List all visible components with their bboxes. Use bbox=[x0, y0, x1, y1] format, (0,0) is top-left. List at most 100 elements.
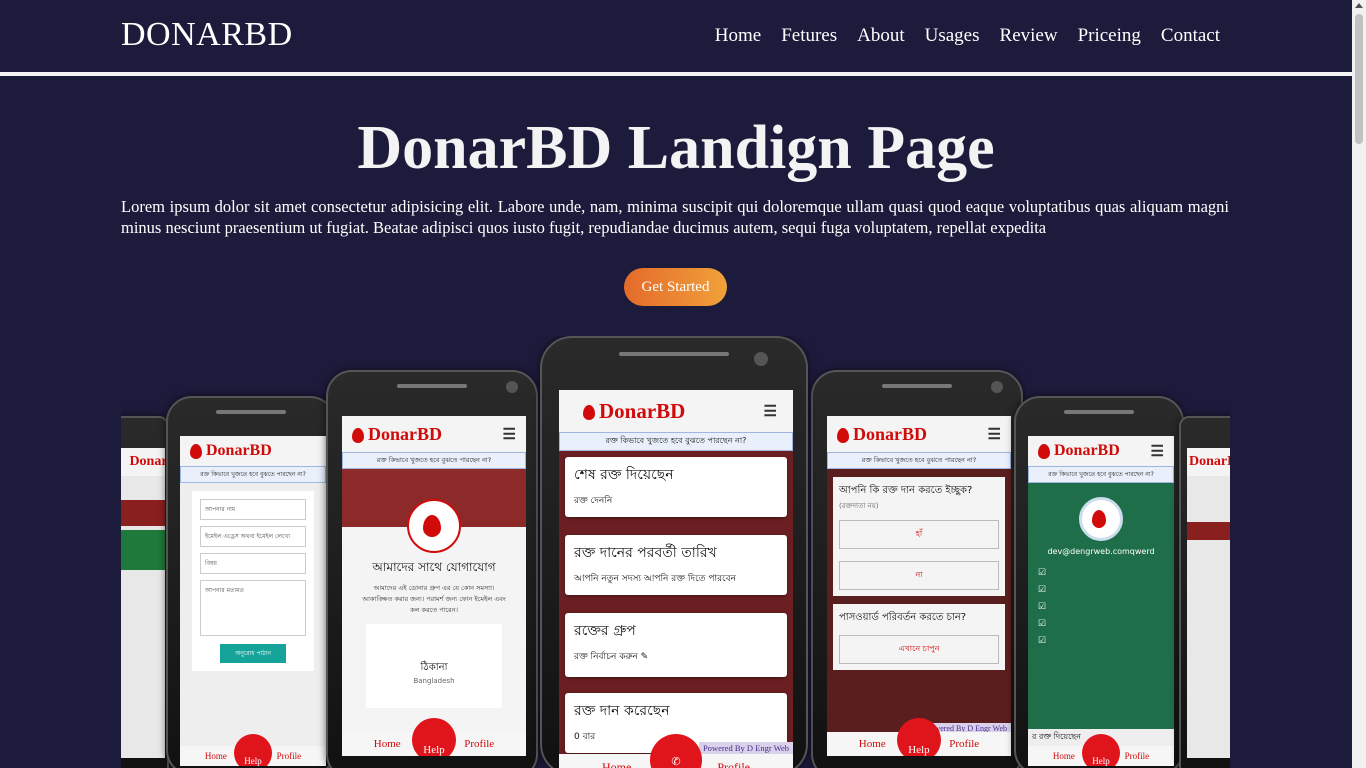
help-button[interactable]: Help bbox=[412, 718, 456, 756]
last-donation-card: শেষ রক্ত দিয়েছেন রক্ত দেননি bbox=[565, 457, 787, 517]
subject-input[interactable]: বিষয় bbox=[200, 553, 306, 574]
bottom-profile[interactable]: Profile bbox=[277, 751, 302, 761]
phone-camera bbox=[506, 381, 518, 393]
bottom-home[interactable]: Home bbox=[205, 751, 227, 761]
phone-mockups: DonarBD DonarBD রক্ত কিভাবে খুজতে হবে বু… bbox=[121, 336, 1230, 768]
avatar[interactable] bbox=[1079, 497, 1123, 541]
phone-screen: DonarBD ☰ রক্ত কিভাবে খুজতে হবে বুঝতে পার… bbox=[342, 416, 526, 756]
help-notice[interactable]: রক্ত কিভাবে খুজতে হবে বুঝতে পারছেন না? bbox=[559, 432, 793, 451]
card-title: শেষ রক্ত দিয়েছেন bbox=[574, 467, 674, 483]
card-title: রক্ত দানের পরবর্তী তারিখ bbox=[574, 545, 717, 561]
app-logo: DonarBD bbox=[1054, 442, 1120, 459]
nav-divider bbox=[0, 72, 1352, 76]
bottom-home[interactable]: Home bbox=[602, 760, 631, 768]
blood-drop-icon bbox=[352, 427, 364, 443]
app-logo: DonarBD bbox=[1189, 454, 1230, 469]
card-title: রক্ত দান করেছেন bbox=[574, 703, 670, 719]
brand-logo[interactable]: DONARBD bbox=[121, 16, 293, 54]
phone-call-icon: ✆ bbox=[671, 756, 681, 768]
bottom-profile[interactable]: Profile bbox=[464, 738, 494, 750]
help-button[interactable]: Help bbox=[234, 734, 272, 766]
address-value: Bangladesh bbox=[413, 677, 455, 685]
red-band bbox=[121, 500, 165, 526]
nav-home[interactable]: Home bbox=[715, 25, 761, 47]
phone-speaker bbox=[397, 384, 467, 388]
edit-icon[interactable]: ✎ bbox=[641, 652, 649, 662]
powered-by: Powered By D Engr Web bbox=[698, 742, 793, 754]
app-logo: DonarBD bbox=[368, 423, 443, 444]
app-header: DonarBD bbox=[1187, 448, 1230, 476]
bottom-profile[interactable]: Profile bbox=[717, 760, 750, 768]
red-band bbox=[1187, 522, 1230, 540]
nav-review[interactable]: Review bbox=[1000, 25, 1058, 47]
nav-pricing[interactable]: Priceing bbox=[1078, 25, 1141, 47]
hero-description: Lorem ipsum dolor sit amet consectetur a… bbox=[121, 197, 1229, 237]
nav-contact[interactable]: Contact bbox=[1161, 25, 1220, 47]
help-notice[interactable]: রক্ত কিভাবে খুজতে হবে বুঝতে পারছেন না? bbox=[180, 466, 326, 483]
phone-screen: DonarBD ☰ রক্ত কিভাবে খুজতে হবে বুঝতে পার… bbox=[1028, 436, 1174, 766]
contact-form: আপনার নাম ইমেইল এড্রেস অথবা ইমেইল লেখো ব… bbox=[192, 491, 314, 671]
message-input[interactable]: আপনার মতামত bbox=[200, 580, 306, 636]
phone-settings: DonarBD ☰ রক্ত কিভাবে খুজতে হবে বুঝতে পার… bbox=[811, 370, 1023, 768]
navbar: DONARBD Home Fetures About Usages Review… bbox=[0, 0, 1352, 72]
phone-far-right: DonarBD bbox=[1179, 416, 1230, 768]
help-button[interactable]: Help bbox=[1082, 734, 1120, 766]
name-input[interactable]: আপনার নাম bbox=[200, 499, 306, 520]
blood-drop-icon bbox=[583, 405, 595, 421]
phone-speaker bbox=[619, 352, 729, 356]
menu-icon[interactable]: ☰ bbox=[764, 402, 777, 421]
next-donation-card: রক্ত দানের পরবর্তী তারিখ আপনি নতুন সদস্য… bbox=[565, 535, 787, 595]
phone-contact-info: DonarBD ☰ রক্ত কিভাবে খুজতে হবে বুঝতে পার… bbox=[326, 370, 538, 768]
nav-usages[interactable]: Usages bbox=[925, 25, 980, 47]
bottom-home[interactable]: Home bbox=[374, 738, 401, 750]
phone-screen: DonarBD ☰ রক্ত কিভাবে খুজতে হবে বুঝতে পার… bbox=[559, 390, 793, 768]
get-started-button[interactable]: Get Started bbox=[624, 268, 727, 306]
green-band bbox=[121, 530, 165, 570]
page-scrollbar[interactable] bbox=[1352, 0, 1366, 768]
scroll-up-arrow-icon[interactable] bbox=[1355, 3, 1363, 8]
scroll-thumb[interactable] bbox=[1355, 14, 1363, 144]
bottom-profile[interactable]: Profile bbox=[949, 738, 979, 750]
phone-screen: DonarBD ☰ রক্ত কিভাবে খুজতে হবে বুঝতে পার… bbox=[827, 416, 1011, 756]
phone-screen: DonarBD bbox=[1187, 448, 1230, 758]
donor-question-sub: (রক্তদাতা নয়) bbox=[839, 502, 879, 510]
phone-camera bbox=[754, 352, 768, 366]
phone-far-left: DonarBD bbox=[121, 416, 169, 768]
app-header: DonarBD bbox=[180, 436, 326, 466]
menu-icon[interactable]: ☰ bbox=[988, 425, 1001, 444]
bottom-home[interactable]: Home bbox=[1053, 751, 1075, 761]
app-logo: DonarBD bbox=[853, 423, 928, 444]
bottom-home[interactable]: Home bbox=[859, 738, 886, 750]
change-password-button[interactable]: এখানে চাপুন bbox=[839, 635, 999, 664]
profile-email: dev@dengrweb.comqwerd bbox=[1047, 547, 1155, 556]
nav-menu: Home Fetures About Usages Review Pricein… bbox=[715, 25, 1220, 47]
submit-button[interactable]: অনুরোধ পাঠান bbox=[220, 644, 286, 663]
nav-features[interactable]: Fetures bbox=[781, 25, 837, 47]
no-button[interactable]: না bbox=[839, 561, 999, 590]
help-notice[interactable]: রক্ত কিভাবে খুজতে হবে বুঝতে পারছেন না? bbox=[342, 452, 526, 469]
phone-dashboard: DonarBD ☰ রক্ত কিভাবে খুজতে হবে বুঝতে পার… bbox=[540, 336, 808, 768]
blood-group-card[interactable]: রক্তের গ্রুপ রক্ত নির্বাচন করুন ✎ bbox=[565, 613, 787, 677]
app-header: DonarBD ☰ bbox=[1028, 436, 1174, 466]
phone-speaker bbox=[1064, 410, 1134, 414]
app-logo: DonarBD bbox=[599, 398, 686, 423]
menu-icon[interactable]: ☰ bbox=[1151, 442, 1164, 461]
help-notice[interactable]: রক্ত কিভাবে খুজতে হবে বুঝতে পারছেন না? bbox=[1028, 466, 1174, 483]
email-input[interactable]: ইমেইল এড্রেস অথবা ইমেইল লেখো bbox=[200, 526, 306, 547]
contact-title: আমাদের সাথে যোগাযোগ bbox=[372, 560, 496, 574]
password-question: পাসওয়ার্ড পরিবর্তন করতে চান? bbox=[839, 612, 967, 623]
phone-screen: DonarBD রক্ত কিভাবে খুজতে হবে বুঝতে পারছ… bbox=[180, 436, 326, 766]
app-header: DonarBD ☰ bbox=[342, 416, 526, 452]
help-notice[interactable]: রক্ত কিভাবে খুজতে হবে বুঝতে পারছেন না? bbox=[827, 452, 1011, 469]
yes-button[interactable]: হাঁ bbox=[839, 520, 999, 549]
profile-edit-list: ☑ ☑ ☑ ☑ ☑ bbox=[1038, 567, 1047, 645]
phone-contact-form: DonarBD রক্ত কিভাবে খুজতে হবে বুঝতে পারছ… bbox=[166, 396, 336, 768]
phone-camera bbox=[991, 381, 1003, 393]
menu-icon[interactable]: ☰ bbox=[503, 425, 516, 444]
blood-drop-logo-icon bbox=[407, 499, 461, 553]
help-button[interactable]: Help bbox=[897, 718, 941, 756]
nav-about[interactable]: About bbox=[857, 25, 905, 47]
address-label: ঠিকানা bbox=[420, 662, 448, 673]
bottom-profile[interactable]: Profile bbox=[1125, 751, 1150, 761]
password-card: পাসওয়ার্ড পরিবর্তন করতে চান? এখানে চাপু… bbox=[833, 604, 1005, 670]
